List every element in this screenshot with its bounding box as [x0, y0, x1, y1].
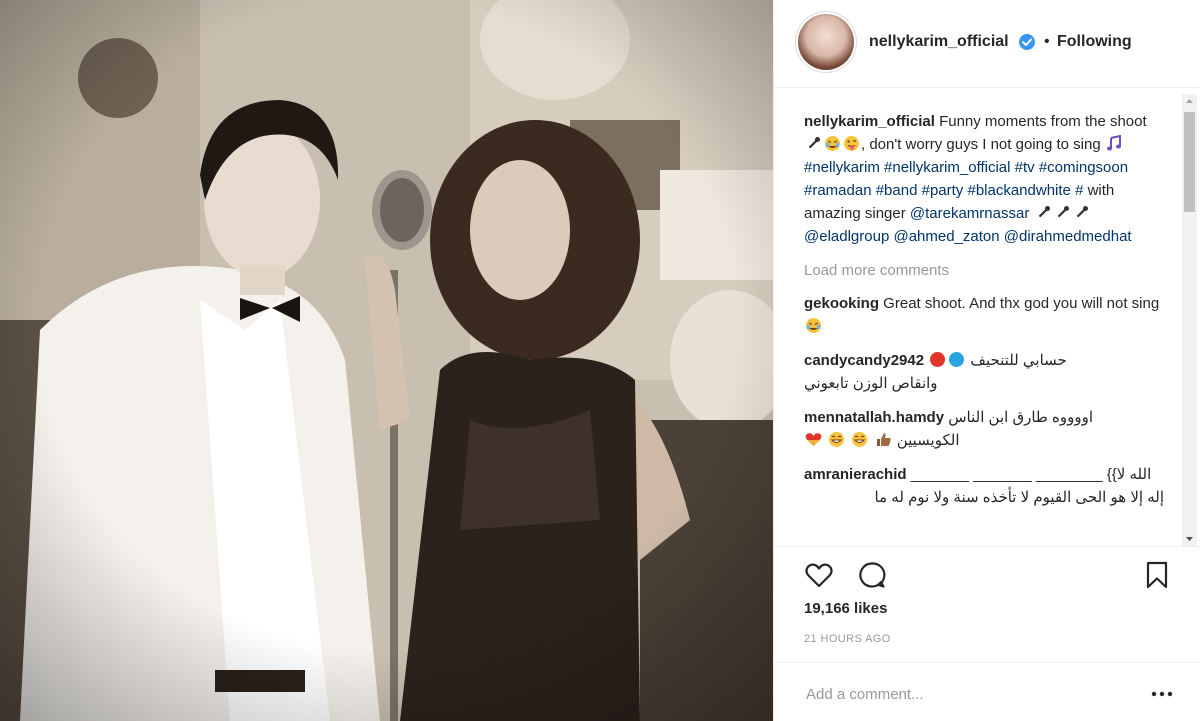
microphone-emoji-icon [1057, 206, 1069, 218]
likes-count[interactable]: 19,166 likes [804, 600, 887, 617]
heart-icon[interactable] [804, 560, 834, 590]
scroll-up-arrow-icon[interactable] [1182, 94, 1197, 109]
caption-text: , don't worry guys I not going to sing [861, 136, 1105, 153]
comments-list: nellykarim_official Funny moments from t… [804, 110, 1164, 544]
hashtag-link[interactable]: #ramadan [804, 182, 872, 199]
comment-username[interactable]: gekooking [804, 295, 879, 312]
hashtag-link[interactable]: #blackandwhite [967, 182, 1070, 199]
comment-text: Great shoot. And thx god you will not si… [879, 295, 1160, 312]
comment-item: gekooking Great shoot. And thx god you w… [804, 292, 1164, 338]
comment-username[interactable]: mennatallah.hamdy [804, 409, 944, 426]
add-comment-input[interactable] [804, 681, 1138, 707]
mention-link[interactable]: @tarekamrnassar [910, 205, 1029, 222]
microphone-emoji-icon [1076, 206, 1088, 218]
blue-circle-emoji-icon [949, 352, 965, 367]
caption-username[interactable]: nellykarim_official [804, 113, 935, 130]
post-timestamp[interactable]: 21 HOURS AGO [804, 633, 891, 645]
grinning-emoji-icon [829, 432, 845, 447]
comments-scrollbar[interactable] [1182, 94, 1197, 546]
mention-link[interactable]: @dirahmedmedhat [1004, 228, 1132, 245]
post-photo[interactable] [0, 0, 773, 721]
music-notes-emoji-icon [1106, 135, 1121, 151]
more-options-icon[interactable] [1151, 683, 1173, 705]
hashtag-link[interactable]: #comingsoon [1039, 159, 1128, 176]
verified-badge-icon [1019, 34, 1035, 50]
post-header: nellykarim_official • Following [774, 0, 1200, 88]
microphone-emoji-icon [808, 137, 820, 149]
laughing-emoji-icon [806, 318, 821, 333]
caption-text: Funny moments from the shoot [934, 113, 1147, 130]
hashtag-link[interactable]: #nellykarim [804, 159, 880, 176]
comment-item: mennatallah.hamdy اووووه طارق ابن الناس … [804, 406, 1164, 452]
hashtag-link[interactable]: #party [922, 182, 964, 199]
comment-username[interactable]: candycandy2942 [804, 352, 924, 369]
comment-text: إله إلا هو الحى القيوم لا تأخذه سنة ولا … [874, 489, 1164, 506]
red-circle-emoji-icon [930, 352, 946, 367]
comment-item: amranierachid _______ _______ ________ {… [804, 463, 1164, 509]
hashtag-link[interactable]: #nellykarim_official [884, 159, 1010, 176]
thumbs-up-emoji-icon [876, 433, 891, 446]
avatar[interactable] [798, 14, 854, 70]
post-photo-illustration [0, 0, 773, 721]
comment-item: candycandy2942 حسابي للتنحيف وانقاص الوز… [804, 349, 1164, 395]
microphone-emoji-icon [1038, 206, 1050, 218]
comment-text: الكويسيين [896, 432, 960, 449]
bookmark-icon[interactable] [1142, 560, 1172, 590]
following-button[interactable]: Following [1057, 33, 1132, 51]
load-more-comments-button[interactable]: Load more comments [804, 259, 1164, 282]
comment-bubble-icon[interactable] [857, 560, 887, 590]
post-actions-bar [774, 546, 1200, 606]
instagram-post-view: nellykarim_official • Following nellykar… [0, 0, 1200, 721]
mention-link[interactable]: @eladlgroup [804, 228, 889, 245]
add-comment-section [774, 662, 1200, 721]
scroll-down-arrow-icon[interactable] [1182, 531, 1197, 546]
tongue-out-emoji-icon [844, 136, 859, 151]
heart-emoji-icon [805, 433, 822, 446]
header-separator: • [1044, 33, 1050, 50]
mention-link[interactable]: @ahmed_zaton [893, 228, 999, 245]
laughing-emoji-icon [825, 136, 840, 151]
grinning-emoji-icon [852, 432, 868, 447]
hashtag-link[interactable]: #tv [1015, 159, 1035, 176]
comment-text: حسابي للتنحيف [970, 352, 1067, 369]
scrollbar-thumb[interactable] [1184, 112, 1195, 212]
hashtag-link[interactable]: #band [876, 182, 918, 199]
comment-username[interactable]: amranierachid [804, 466, 907, 483]
post-caption: nellykarim_official Funny moments from t… [804, 110, 1164, 248]
comment-text: وانقاص الوزن تابعوني [804, 375, 938, 392]
comment-text: _______ _______ ________ {{الله لا [906, 466, 1152, 483]
comment-text: اووووه طارق ابن الناس [948, 409, 1094, 426]
post-side-panel: nellykarim_official • Following nellykar… [773, 0, 1200, 721]
post-author-username[interactable]: nellykarim_official [869, 33, 1009, 51]
